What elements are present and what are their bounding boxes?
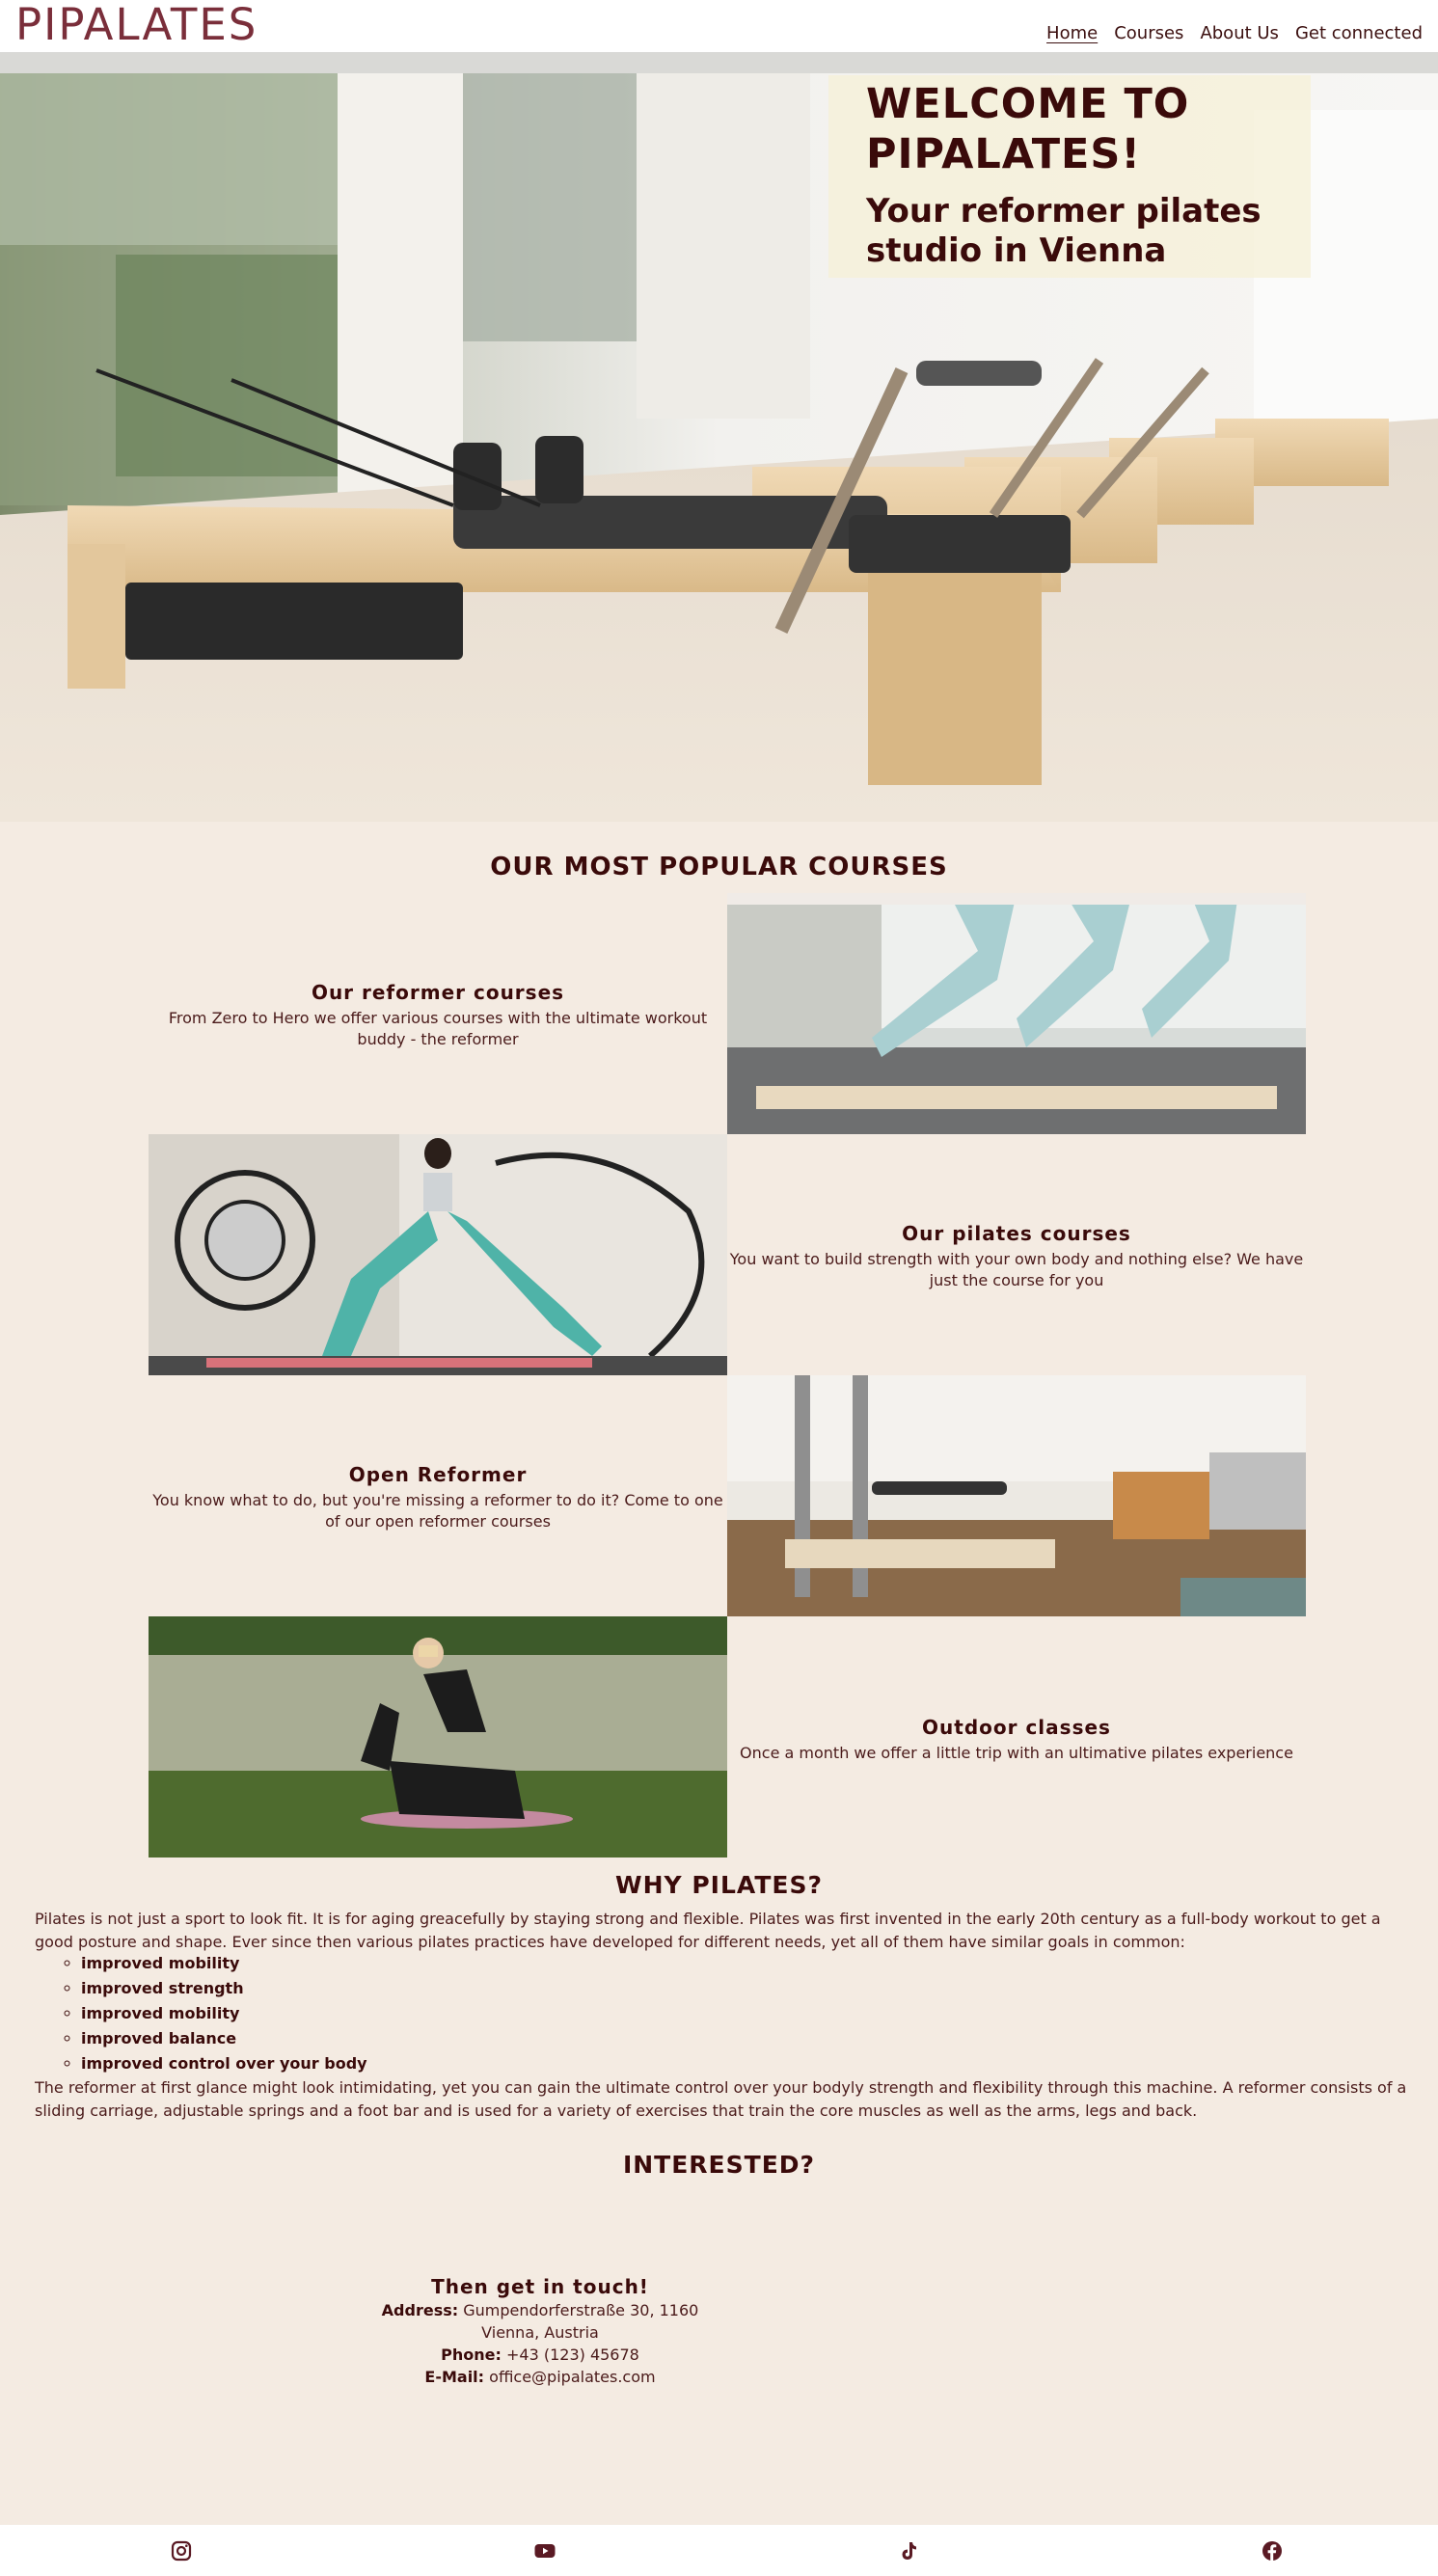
site-header: PIPALATES Home Courses About Us Get conn… [0, 0, 1438, 52]
course-title: Our pilates courses [902, 1222, 1131, 1245]
nav-get-connected[interactable]: Get connected [1295, 23, 1423, 43]
site-footer [0, 2525, 1438, 2576]
benefits-list: improved mobility improved strength impr… [35, 1951, 367, 2076]
contact-subheading: Then get in touch! [431, 2275, 649, 2298]
course-image-outdoor [149, 1616, 727, 1857]
course-description: You want to build strength with your own… [729, 1250, 1304, 1289]
address-line: Address: Gumpendorferstraße 30, 1160 [302, 2299, 778, 2321]
hero-subtitle-line-1: Your reformer pilates [866, 192, 1262, 230]
youtube-icon[interactable] [533, 2539, 556, 2562]
instagram-icon[interactable] [170, 2539, 193, 2562]
phone-value[interactable]: +43 (123) 45678 [506, 2346, 639, 2364]
course-image-reformer [727, 893, 1306, 1134]
why-outro: The reformer at first glance might look … [35, 2078, 1407, 2120]
hero-subtitle: Your reformer pilates studio in Vienna [866, 192, 1281, 271]
list-item: improved mobility [81, 1951, 367, 1976]
phone-label: Phone: [441, 2346, 502, 2364]
list-item: improved control over your body [81, 2051, 367, 2076]
contact-block: Then get in touch! Address: Gumpendorfer… [302, 2276, 778, 2388]
phone-line: Phone: +43 (123) 45678 [302, 2344, 778, 2366]
course-card-reformer[interactable]: Our reformer courses From Zero to Hero w… [149, 981, 727, 1050]
course-card-outdoor[interactable]: Outdoor classes Once a month we offer a … [727, 1716, 1306, 1764]
hero-section: WELCOME TO PIPALATES! Your reformer pila… [0, 52, 1438, 822]
nav-courses[interactable]: Courses [1114, 23, 1183, 43]
hero-title-line-1: WELCOME TO [866, 80, 1190, 128]
interested-heading: INTERESTED? [622, 2151, 816, 2179]
address-label: Address: [381, 2301, 459, 2319]
hero-title-line-2: PIPALATES! [866, 130, 1141, 178]
hero-subtitle-line-2: studio in Vienna [866, 231, 1167, 270]
address-value: Gumpendorferstraße 30, 1160 [463, 2301, 699, 2319]
hero-title: WELCOME TO PIPALATES! [866, 79, 1189, 179]
course-description: Once a month we offer a little trip with… [740, 1744, 1293, 1762]
course-card-pilates[interactable]: Our pilates courses You want to build st… [727, 1222, 1306, 1291]
site-logo[interactable]: PIPALATES [15, 0, 258, 50]
course-description: From Zero to Hero we offer various cours… [168, 1009, 708, 1048]
course-image-open-reformer [727, 1375, 1306, 1616]
nav-about-us[interactable]: About Us [1200, 23, 1279, 43]
list-item: improved strength [81, 1976, 367, 2001]
tiktok-icon[interactable] [897, 2539, 920, 2562]
course-title: Outdoor classes [922, 1716, 1111, 1739]
address-line-2: Vienna, Austria [481, 2323, 599, 2342]
course-title: Open Reformer [348, 1463, 528, 1486]
list-item: improved mobility [81, 2001, 367, 2026]
course-title: Our reformer courses [311, 981, 565, 1004]
email-line: E-Mail: office@pipalates.com [302, 2366, 778, 2388]
course-image-pilates [149, 1134, 727, 1375]
course-card-open-reformer[interactable]: Open Reformer You know what to do, but y… [149, 1463, 727, 1532]
list-item: improved balance [81, 2026, 367, 2051]
email-value[interactable]: office@pipalates.com [489, 2368, 655, 2386]
facebook-icon[interactable] [1261, 2539, 1284, 2562]
courses-heading: OUR MOST POPULAR COURSES [490, 853, 948, 881]
nav-home[interactable]: Home [1046, 23, 1098, 43]
why-intro: Pilates is not just a sport to look fit.… [35, 1910, 1381, 1951]
course-description: You know what to do, but you're missing … [152, 1491, 723, 1531]
why-heading: WHY PILATES? [615, 1871, 823, 1899]
main-nav: Home Courses About Us Get connected [1046, 23, 1423, 43]
email-label: E-Mail: [424, 2368, 485, 2386]
